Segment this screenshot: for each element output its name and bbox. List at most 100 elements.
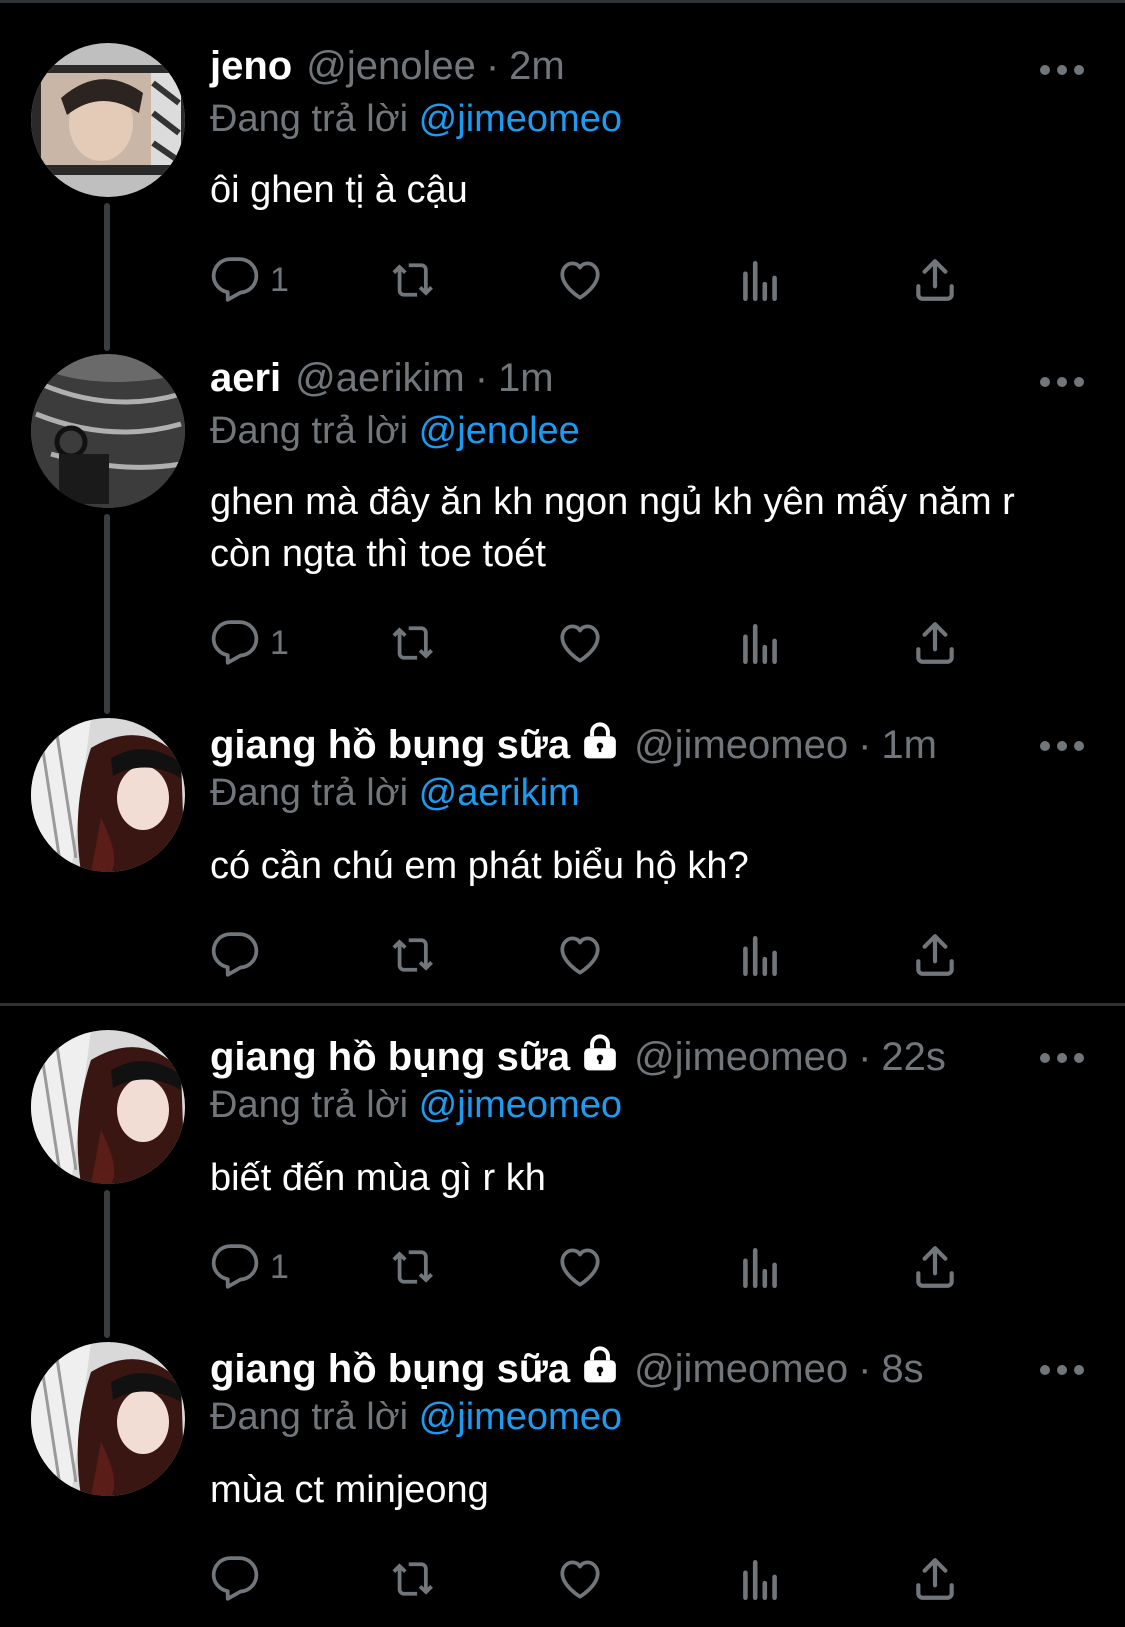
timestamp[interactable]: 2m — [509, 44, 565, 89]
reply-button[interactable]: 1 — [210, 252, 289, 308]
tweet-text: ghen mà đây ăn kh ngon ngủ kh yên mấy nă… — [210, 481, 1015, 575]
reply-button[interactable] — [210, 927, 270, 983]
avatar[interactable] — [31, 1030, 185, 1184]
reply-icon — [211, 932, 259, 977]
share-icon — [916, 934, 954, 976]
lock-icon — [584, 1346, 616, 1383]
avatar[interactable] — [31, 43, 185, 197]
reply-count: 1 — [270, 260, 289, 299]
replying-label: Đang trả lời — [210, 98, 409, 140]
timestamp[interactable]: 22s — [881, 1035, 946, 1080]
tweet-text: mùa ct minjeong — [210, 1469, 489, 1511]
reply-button[interactable] — [210, 1551, 270, 1607]
avatar[interactable] — [31, 354, 185, 508]
retweet-button[interactable] — [390, 927, 440, 983]
views-button[interactable] — [735, 1551, 785, 1607]
more-icon[interactable] — [1040, 64, 1084, 76]
reply-button[interactable]: 1 — [210, 615, 289, 671]
share-icon — [916, 622, 954, 664]
user-handle[interactable]: @jimeomeo — [634, 723, 848, 768]
retweet-button[interactable] — [390, 615, 440, 671]
timestamp[interactable]: 8s — [881, 1347, 923, 1392]
like-icon — [560, 261, 600, 300]
more-icon[interactable] — [1040, 1052, 1084, 1064]
display-name[interactable]: giang hồ bụng sữa — [210, 1035, 570, 1080]
retweet-icon — [392, 938, 433, 972]
share-icon — [916, 259, 954, 301]
views-button[interactable] — [735, 252, 785, 308]
views-icon — [743, 1248, 777, 1289]
share-button[interactable] — [910, 927, 960, 983]
avatar[interactable] — [31, 718, 185, 872]
tweet-text: biết đến mùa gì r kh — [210, 1157, 546, 1199]
reply-icon — [211, 620, 259, 665]
user-handle[interactable]: @aerikim — [295, 356, 465, 401]
mention-link[interactable]: @jimeomeo — [419, 98, 622, 140]
views-button[interactable] — [735, 1239, 785, 1295]
separator: · — [858, 723, 872, 767]
retweet-icon — [392, 1562, 433, 1596]
timestamp[interactable]: 1m — [498, 356, 554, 401]
like-button[interactable] — [555, 1239, 605, 1295]
replying-to: Đang trả lời @aerikim — [210, 772, 580, 815]
like-button[interactable] — [555, 1551, 605, 1607]
like-button[interactable] — [555, 252, 605, 308]
views-button[interactable] — [735, 927, 785, 983]
share-button[interactable] — [910, 1551, 960, 1607]
avatar[interactable] — [31, 1342, 185, 1496]
lock-icon — [584, 1034, 616, 1071]
tweet-text: có cần chú em phát biểu hộ kh? — [210, 845, 749, 887]
views-button[interactable] — [735, 615, 785, 671]
retweet-button[interactable] — [390, 1551, 440, 1607]
mention-link[interactable]: @aerikim — [419, 772, 580, 814]
action-bar — [210, 927, 1010, 983]
action-bar: 1 — [210, 1239, 1010, 1295]
action-bar: 1 — [210, 252, 1010, 308]
share-button[interactable] — [910, 615, 960, 671]
user-handle[interactable]: @jimeomeo — [634, 1035, 848, 1080]
retweet-button[interactable] — [390, 252, 440, 308]
separator: · — [474, 356, 489, 400]
more-icon[interactable] — [1040, 1364, 1084, 1376]
share-icon — [916, 1558, 954, 1600]
avatar-image — [31, 1342, 185, 1496]
thread-divider — [0, 1003, 1125, 1006]
separator: · — [858, 1347, 872, 1391]
retweet-icon — [392, 626, 433, 660]
user-handle[interactable]: @jimeomeo — [634, 1347, 848, 1392]
top-border — [0, 0, 1125, 3]
action-bar — [210, 1551, 1010, 1607]
avatar-image — [31, 43, 185, 197]
display-name[interactable]: aeri — [210, 356, 281, 401]
timestamp[interactable]: 1m — [881, 723, 937, 768]
like-icon — [560, 624, 600, 663]
action-bar: 1 — [210, 615, 1010, 671]
views-icon — [743, 261, 777, 302]
mention-link[interactable]: @jimeomeo — [419, 1396, 622, 1438]
display-name[interactable]: giang hồ bụng sữa — [210, 1347, 570, 1392]
share-icon — [916, 1246, 954, 1288]
retweet-button[interactable] — [390, 1239, 440, 1295]
avatar-image — [31, 1030, 185, 1184]
reply-button[interactable]: 1 — [210, 1239, 289, 1295]
lock-icon — [584, 722, 616, 759]
thread-line — [104, 1190, 110, 1338]
like-button[interactable] — [555, 927, 605, 983]
reply-icon — [211, 1556, 259, 1601]
retweet-icon — [392, 263, 433, 297]
share-button[interactable] — [910, 1239, 960, 1295]
more-icon[interactable] — [1040, 376, 1084, 388]
mention-link[interactable]: @jenolee — [419, 410, 580, 452]
like-icon — [560, 1560, 600, 1599]
display-name[interactable]: jeno — [210, 44, 292, 89]
share-button[interactable] — [910, 252, 960, 308]
more-icon[interactable] — [1040, 740, 1084, 752]
views-icon — [743, 1560, 777, 1601]
like-button[interactable] — [555, 615, 605, 671]
user-handle[interactable]: @jenolee — [306, 44, 476, 89]
like-icon — [560, 1248, 600, 1287]
avatar-image — [31, 718, 185, 872]
display-name[interactable]: giang hồ bụng sữa — [210, 723, 570, 768]
mention-link[interactable]: @jimeomeo — [419, 1084, 622, 1126]
thread-line — [104, 514, 110, 714]
